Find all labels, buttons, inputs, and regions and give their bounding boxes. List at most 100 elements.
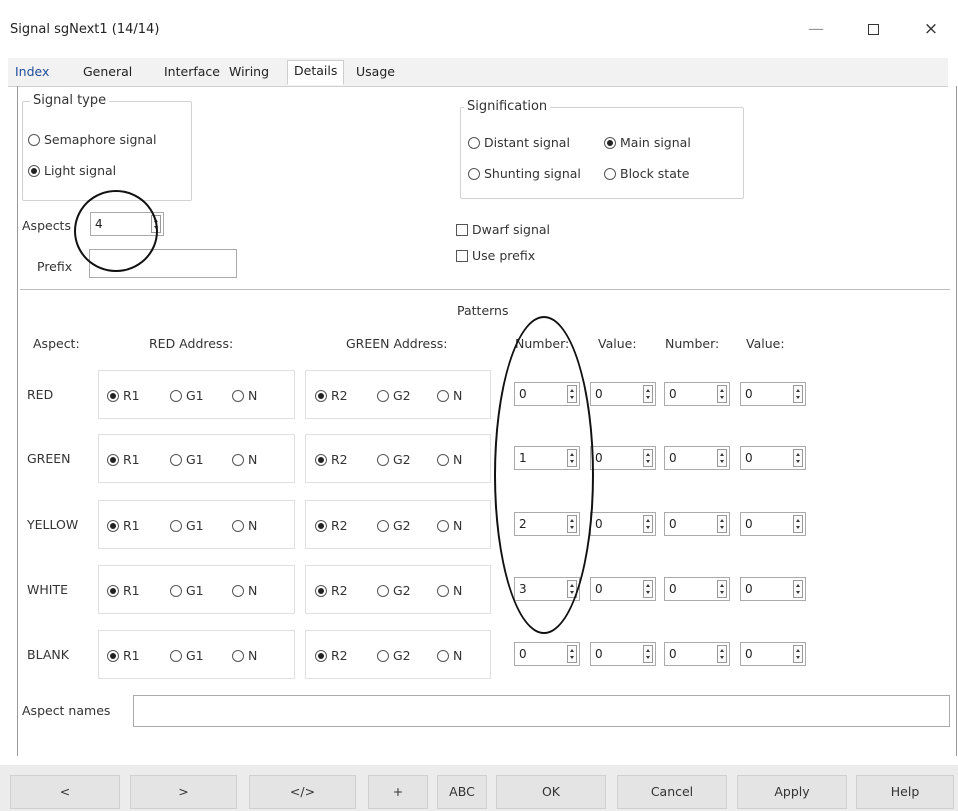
spin-arrows-icon[interactable] — [793, 645, 803, 663]
minimize-button[interactable]: — — [805, 18, 827, 40]
spin-arrows-icon[interactable] — [717, 515, 727, 533]
row-green-value-stepper-1[interactable]: 0 — [590, 446, 656, 470]
dwarf-signal-checkbox[interactable]: Dwarf signal — [456, 222, 550, 237]
row-yellow-red-r1-radio[interactable]: R1 — [107, 518, 140, 533]
spin-arrows-icon[interactable] — [567, 385, 577, 403]
tab-details[interactable]: Details — [287, 60, 345, 85]
shunting-signal-radio[interactable]: Shunting signal — [468, 166, 581, 181]
row-red-value-stepper-2[interactable]: 0 — [740, 382, 806, 406]
row-white-number-stepper-2[interactable]: 0 — [664, 577, 730, 601]
spin-arrows-icon[interactable] — [717, 385, 727, 403]
row-yellow-red-g1-radio[interactable]: G1 — [170, 518, 204, 533]
row-red-value-stepper-1[interactable]: 0 — [590, 382, 656, 406]
row-green-green-g2-radio[interactable]: G2 — [377, 452, 411, 467]
aspect-names-field[interactable] — [133, 695, 950, 727]
spin-arrows-icon[interactable] — [793, 580, 803, 598]
row-white-red-n-radio[interactable]: N — [232, 583, 257, 598]
tab-general[interactable]: General — [83, 64, 132, 79]
row-white-value-stepper-1[interactable]: 0 — [590, 577, 656, 601]
row-yellow-red-n-radio[interactable]: N — [232, 518, 257, 533]
help-button[interactable]: Help — [856, 775, 954, 809]
row-white-green-g2-radio[interactable]: G2 — [377, 583, 411, 598]
row-red-green-n-radio[interactable]: N — [437, 388, 462, 403]
spin-arrows-icon[interactable] — [643, 645, 653, 663]
spin-arrows-icon[interactable] — [717, 580, 727, 598]
spin-arrows-icon[interactable] — [793, 515, 803, 533]
spin-arrows-icon[interactable] — [793, 449, 803, 467]
row-blank-green-r2-radio[interactable]: R2 — [315, 648, 348, 663]
tab-interface[interactable]: Interface — [164, 64, 220, 79]
row-yellow-value-stepper-2[interactable]: 0 — [740, 512, 806, 536]
spin-arrows-icon[interactable] — [643, 515, 653, 533]
spin-arrows-icon[interactable] — [567, 515, 577, 533]
row-white-red-r1-radio[interactable]: R1 — [107, 583, 140, 598]
row-green-green-n-radio[interactable]: N — [437, 452, 462, 467]
row-white-value-stepper-2[interactable]: 0 — [740, 577, 806, 601]
spin-arrows-icon[interactable] — [643, 580, 653, 598]
cancel-button[interactable]: Cancel — [617, 775, 727, 809]
main-signal-radio[interactable]: Main signal — [604, 135, 691, 150]
next-button[interactable]: > — [130, 775, 237, 809]
row-green-red-n-radio[interactable]: N — [232, 452, 257, 467]
row-green-green-r2-radio[interactable]: R2 — [315, 452, 348, 467]
row-white-number-stepper-1[interactable]: 3 — [514, 577, 580, 601]
row-green-number-stepper-2[interactable]: 0 — [664, 446, 730, 470]
prefix-field[interactable] — [89, 249, 237, 278]
row-yellow-value-stepper-1[interactable]: 0 — [590, 512, 656, 536]
row-blank-value-stepper-2[interactable]: 0 — [740, 642, 806, 666]
row-green-red-r1-radio[interactable]: R1 — [107, 452, 140, 467]
row-red-green-g2-radio[interactable]: G2 — [377, 388, 411, 403]
row-red-green-r2-radio[interactable]: R2 — [315, 388, 348, 403]
apply-button[interactable]: Apply — [737, 775, 847, 809]
row-white-green-r2-radio[interactable]: R2 — [315, 583, 348, 598]
row-yellow-number-stepper-1[interactable]: 2 — [514, 512, 580, 536]
row-yellow-number-stepper-2[interactable]: 0 — [664, 512, 730, 536]
spin-arrows-icon[interactable] — [717, 645, 727, 663]
row-blank-red-r1-radio[interactable]: R1 — [107, 648, 140, 663]
row-white-red-g1-radio[interactable]: G1 — [170, 583, 204, 598]
light-signal-radio[interactable]: Light signal — [28, 163, 116, 178]
row-red-number-stepper-2[interactable]: 0 — [664, 382, 730, 406]
spin-arrows-icon[interactable] — [567, 645, 577, 663]
row-yellow-green-r2-radio[interactable]: R2 — [315, 518, 348, 533]
spin-arrows-icon[interactable] — [643, 385, 653, 403]
semaphore-signal-radio[interactable]: Semaphore signal — [28, 132, 156, 147]
spin-arrows-icon[interactable] — [643, 449, 653, 467]
aspects-stepper[interactable]: 4 — [90, 212, 164, 236]
tab-usage[interactable]: Usage — [356, 64, 395, 79]
previous-button[interactable]: < — [10, 775, 120, 809]
row-green-number-stepper-1[interactable]: 1 — [514, 446, 580, 470]
block-state-radio[interactable]: Block state — [604, 166, 689, 181]
use-prefix-checkbox[interactable]: Use prefix — [456, 248, 535, 263]
spin-arrows-icon[interactable] — [793, 385, 803, 403]
row-yellow-green-g2-radio[interactable]: G2 — [377, 518, 411, 533]
row-red-red-n-radio[interactable]: N — [232, 388, 257, 403]
maximize-button[interactable] — [862, 18, 884, 40]
tab-wiring[interactable]: Wiring — [229, 64, 269, 79]
tab-index[interactable]: Index — [15, 64, 49, 79]
abc-button[interactable]: ABC — [437, 775, 487, 809]
row-blank-green-n-radio[interactable]: N — [437, 648, 462, 663]
row-green-value-stepper-2[interactable]: 0 — [740, 446, 806, 470]
code-button[interactable]: </> — [249, 775, 356, 809]
row-blank-red-g1-radio[interactable]: G1 — [170, 648, 204, 663]
row-yellow-green-n-radio[interactable]: N — [437, 518, 462, 533]
spin-arrows-icon[interactable] — [567, 580, 577, 598]
close-button[interactable]: × — [920, 18, 942, 40]
row-blank-value-stepper-1[interactable]: 0 — [590, 642, 656, 666]
row-blank-red-n-radio[interactable]: N — [232, 648, 257, 663]
row-white-green-n-radio[interactable]: N — [437, 583, 462, 598]
row-red-red-r1-radio[interactable]: R1 — [107, 388, 140, 403]
spin-arrows-icon[interactable] — [717, 449, 727, 467]
row-red-red-g1-radio[interactable]: G1 — [170, 388, 204, 403]
row-blank-green-g2-radio[interactable]: G2 — [377, 648, 411, 663]
add-button[interactable]: + — [368, 775, 428, 809]
row-blank-number-stepper-2[interactable]: 0 — [664, 642, 730, 666]
spin-arrows-icon[interactable] — [151, 215, 161, 233]
row-blank-number-stepper-1[interactable]: 0 — [514, 642, 580, 666]
row-red-number-stepper-1[interactable]: 0 — [514, 382, 580, 406]
spin-arrows-icon[interactable] — [567, 449, 577, 467]
ok-button[interactable]: OK — [496, 775, 606, 809]
row-green-red-g1-radio[interactable]: G1 — [170, 452, 204, 467]
distant-signal-radio[interactable]: Distant signal — [468, 135, 570, 150]
